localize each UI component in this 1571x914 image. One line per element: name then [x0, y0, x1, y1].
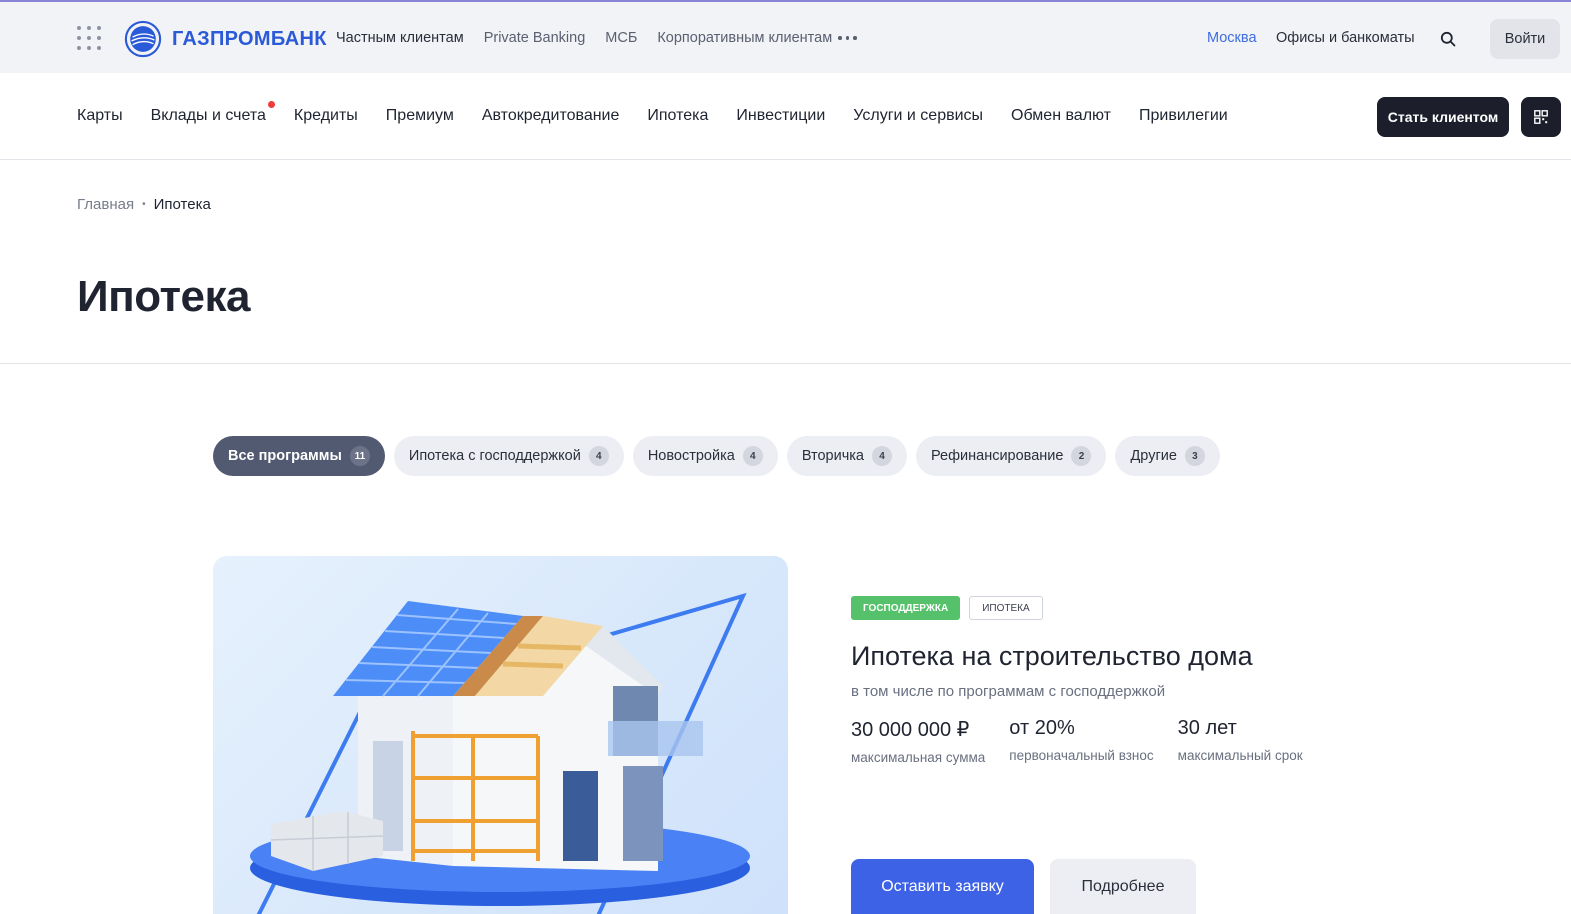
logo[interactable]: ГАЗПРОМБАНК — [124, 20, 327, 58]
nav-item-mortgage[interactable]: Ипотека — [647, 107, 708, 125]
breadcrumb: Главная • Ипотека — [77, 196, 211, 213]
stat-down-payment: от 20% первоначальный взнос — [1009, 717, 1153, 765]
logo-icon — [124, 20, 162, 58]
nav-item-investments[interactable]: Инвестиции — [736, 107, 825, 125]
filter-chip-count: 4 — [742, 446, 763, 466]
stat-value: 30 000 000 ₽ — [851, 719, 970, 741]
stat-value: от 20% — [1009, 717, 1075, 739]
nav-item-services[interactable]: Услуги и сервисы — [853, 107, 983, 125]
filter-chip-label: Рефинансирование — [931, 448, 1064, 464]
filter-chips: Все программы 11 Ипотека с господдержкой… — [213, 436, 1220, 476]
filter-chip-all[interactable]: Все программы 11 — [213, 436, 385, 476]
nav-item-credits[interactable]: Кредиты — [294, 107, 358, 125]
filter-chip-refinancing[interactable]: Рефинансирование 2 — [916, 436, 1107, 476]
filter-chip-label: Новостройка — [647, 448, 735, 464]
filter-chip-count: 4 — [872, 446, 892, 466]
product-title[interactable]: Ипотека на строительство дома — [851, 641, 1253, 672]
filter-chip-label: Вторичка — [801, 448, 864, 464]
link-private-clients[interactable]: Частным клиентам — [336, 30, 464, 46]
city-selector[interactable]: Москва — [1207, 30, 1257, 46]
apps-menu-icon[interactable] — [77, 26, 101, 50]
filter-chip-count: 11 — [349, 446, 370, 466]
stat-value: 30 лет — [1177, 717, 1237, 739]
product-image[interactable] — [213, 556, 788, 914]
more-icon[interactable] — [838, 36, 857, 40]
nav-item-privileges[interactable]: Привилегии — [1139, 107, 1228, 125]
product-stats: 30 000 000 ₽ максимальная сумма от 20% п… — [851, 717, 1327, 765]
nav-item-premium[interactable]: Премиум — [386, 107, 454, 125]
details-button[interactable]: Подробнее — [1050, 859, 1196, 914]
filter-chip-other[interactable]: Другие 3 — [1115, 436, 1220, 476]
qr-code-icon — [1534, 110, 1548, 124]
tag-mortgage: ИПОТЕКА — [969, 596, 1043, 620]
stat-label: максимальная сумма — [851, 750, 986, 765]
stat-label: первоначальный взнос — [1009, 748, 1154, 763]
product-tags: ГОСПОДДЕРЖКА ИПОТЕКА — [851, 596, 1043, 620]
filter-chip-new-building[interactable]: Новостройка 4 — [632, 436, 778, 476]
stat-max-term: 30 лет максимальный срок — [1178, 717, 1303, 765]
link-smb[interactable]: МСБ — [605, 30, 637, 46]
house-illustration — [250, 592, 750, 914]
breadcrumb-current: Ипотека — [153, 196, 211, 213]
top-bar: ГАЗПРОМБАНК Частным клиентам Private Ban… — [0, 0, 1571, 73]
segment-links: Частным клиентам Private Banking МСБ Кор… — [336, 30, 832, 46]
stat-label: максимальный срок — [1177, 748, 1303, 763]
nav-item-autocredit[interactable]: Автокредитование — [482, 107, 620, 125]
qr-code-button[interactable] — [1521, 97, 1561, 137]
search-icon[interactable] — [1440, 31, 1456, 47]
page-title: Ипотека — [77, 272, 251, 321]
filter-chip-count: 4 — [588, 446, 609, 466]
apply-button[interactable]: Оставить заявку — [851, 859, 1034, 914]
nav-item-deposits[interactable]: Вклады и счета — [150, 101, 275, 125]
nav-item-exchange[interactable]: Обмен валют — [1011, 107, 1111, 125]
divider — [0, 363, 1571, 364]
logo-text: ГАЗПРОМБАНК — [172, 27, 327, 50]
link-private-banking[interactable]: Private Banking — [484, 30, 586, 46]
filter-chip-label: Другие — [1130, 448, 1177, 464]
offices-link[interactable]: Офисы и банкоматы — [1276, 30, 1415, 46]
notification-dot — [267, 101, 275, 108]
nav-item-cards[interactable]: Карты — [77, 107, 123, 125]
product-subtitle: в том числе по программам с господдержко… — [851, 683, 1166, 700]
main-nav: Карты Вклады и счета Кредиты Премиум Авт… — [0, 73, 1571, 160]
link-corporate[interactable]: Корпоративным клиентам — [657, 30, 832, 46]
filter-chip-count: 2 — [1071, 446, 1092, 466]
filter-chip-label: Ипотека с господдержкой — [408, 448, 581, 464]
nav-item-deposits-label: Вклады и счета — [150, 107, 266, 124]
filter-chip-state-support[interactable]: Ипотека с господдержкой 4 — [393, 436, 624, 476]
breadcrumb-separator: • — [142, 199, 146, 210]
login-button[interactable]: Войти — [1490, 19, 1560, 59]
filter-chip-count: 3 — [1184, 446, 1205, 466]
stat-max-sum: 30 000 000 ₽ максимальная сумма — [851, 717, 985, 765]
tag-state-support: ГОСПОДДЕРЖКА — [851, 596, 961, 620]
filter-chip-label: Все программы — [228, 448, 342, 464]
breadcrumb-home[interactable]: Главная — [77, 196, 134, 213]
filter-chip-secondary[interactable]: Вторичка 4 — [786, 436, 907, 476]
become-client-button[interactable]: Стать клиентом — [1377, 97, 1509, 137]
